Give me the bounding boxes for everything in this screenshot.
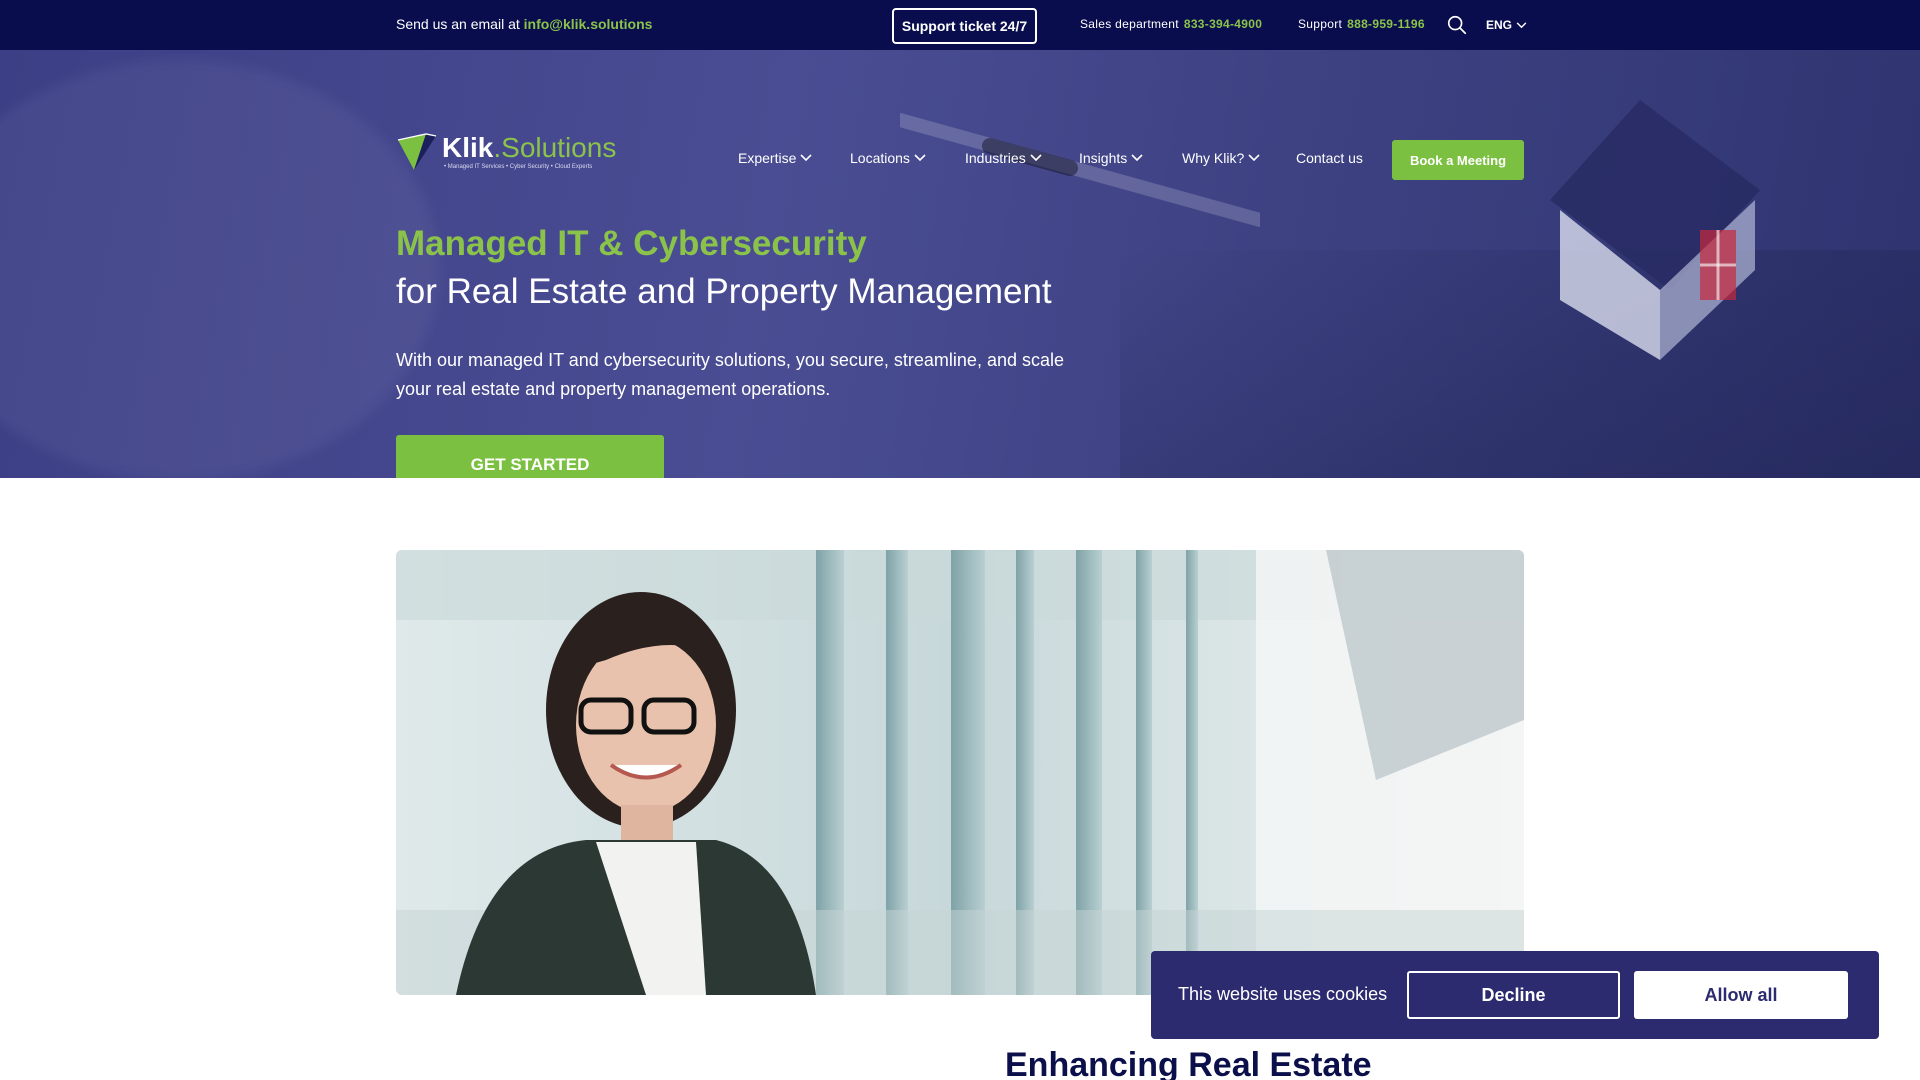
sales-contact: Sales department 833-394-4900	[1080, 17, 1262, 31]
support-ticket-button[interactable]: Support ticket 24/7	[892, 8, 1037, 44]
search-icon[interactable]	[1446, 14, 1468, 36]
email-line: Send us an email at info@klik.solutions	[396, 16, 652, 32]
nav-item-label: Expertise	[738, 150, 797, 166]
nav-item-label: Why Klik?	[1182, 150, 1245, 166]
nav-item-label: Contact us	[1296, 150, 1363, 166]
email-link[interactable]: info@klik.solutions	[524, 16, 653, 32]
book-meeting-button[interactable]: Book a Meeting	[1392, 140, 1524, 180]
nav-item-label: Industries	[965, 150, 1026, 166]
brand-name-part2: .Solutions	[493, 132, 617, 163]
office-woman-image	[396, 550, 1524, 995]
email-prefix: Send us an email at	[396, 16, 520, 32]
cookie-banner: This website uses cookies Decline Allow …	[1151, 951, 1879, 1039]
brand-tagline: • Managed IT Services • Cyber Security •…	[444, 164, 593, 170]
top-bar: Send us an email at info@klik.solutions …	[0, 0, 1920, 50]
brand-logo[interactable]: Klik.Solutions • Managed IT Services • C…	[396, 130, 626, 174]
chevron-down-icon	[1030, 154, 1042, 162]
nav-item-label: Locations	[850, 150, 910, 166]
decline-cookies-button[interactable]: Decline	[1407, 971, 1620, 1019]
nav-item-why-klik[interactable]: Why Klik?	[1182, 150, 1260, 166]
support-phone-link[interactable]: 888-959-1196	[1347, 17, 1425, 31]
nav-item-insights[interactable]: Insights	[1079, 150, 1143, 166]
nav-item-locations[interactable]: Locations	[850, 150, 926, 166]
brand-name-part1: Klik	[442, 132, 494, 163]
chevron-down-icon	[800, 154, 812, 162]
nav-item-industries[interactable]: Industries	[965, 150, 1042, 166]
support-label: Support	[1298, 17, 1343, 31]
nav-item-label: Insights	[1079, 150, 1128, 166]
language-label: ENG	[1486, 18, 1513, 32]
hero-title: Managed IT & Cybersecurity	[396, 224, 867, 263]
sales-phone-link[interactable]: 833-394-4900	[1184, 17, 1262, 31]
house-model-illustration	[1550, 100, 1760, 360]
hero-section: Klik.Solutions • Managed IT Services • C…	[0, 50, 1920, 478]
chevron-down-icon	[1131, 154, 1143, 162]
chevron-down-icon	[914, 154, 926, 162]
brand-name: Klik.Solutions	[442, 132, 616, 164]
pen-illustration	[900, 113, 1260, 227]
sales-label: Sales department	[1080, 17, 1179, 31]
allow-all-cookies-button[interactable]: Allow all	[1634, 971, 1848, 1019]
nav-item-expertise[interactable]: Expertise	[738, 150, 812, 166]
language-selector[interactable]: ENG	[1486, 18, 1527, 32]
logo-mark-icon	[397, 133, 437, 170]
hero-background-shape	[0, 60, 440, 478]
section-heading: Enhancing Real Estate	[1005, 1046, 1372, 1080]
get-started-button[interactable]: GET STARTED	[396, 435, 664, 478]
hero-description: With our managed IT and cybersecurity so…	[396, 350, 1064, 399]
hero-photo	[396, 550, 1524, 995]
nav-item-contact-us[interactable]: Contact us	[1296, 150, 1363, 166]
hero-subtitle: for Real Estate and Property Management	[396, 272, 1052, 311]
cookie-message: This website uses cookies	[1178, 984, 1388, 1004]
chevron-down-icon	[1516, 21, 1527, 28]
support-contact: Support 888-959-1196	[1298, 17, 1425, 31]
chevron-down-icon	[1248, 154, 1260, 162]
